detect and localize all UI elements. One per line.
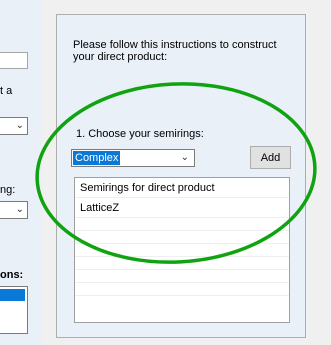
list-empty-row xyxy=(75,283,289,296)
list-empty-row xyxy=(75,231,289,244)
chevron-down-icon: ⌄ xyxy=(15,204,24,215)
left-label-fragment: ons: xyxy=(0,269,24,281)
selected-list-item[interactable] xyxy=(0,289,25,301)
left-listbox[interactable] xyxy=(0,286,28,334)
list-header: Semirings for direct product xyxy=(75,178,289,198)
semiring-select-value: Complex xyxy=(73,151,121,165)
left-label-fragment: ng: xyxy=(0,184,16,196)
window-edge xyxy=(306,0,331,345)
list-empty-row xyxy=(75,218,289,231)
semirings-list[interactable]: Semirings for direct product LatticeZ xyxy=(74,177,290,323)
left-text-field[interactable] xyxy=(0,52,28,69)
add-button[interactable]: Add xyxy=(250,146,291,169)
semiring-select[interactable]: Complex ⌄ xyxy=(71,149,195,167)
left-dropdown-2[interactable]: ⌄ xyxy=(0,201,28,219)
chevron-down-icon: ⌄ xyxy=(180,152,189,163)
left-label-fragment: t a xyxy=(0,85,13,97)
direct-product-panel: Please follow this instructions to const… xyxy=(56,14,306,338)
chevron-down-icon: ⌄ xyxy=(15,120,24,131)
list-empty-row xyxy=(75,270,289,283)
list-item[interactable]: LatticeZ xyxy=(75,198,289,218)
choose-semirings-label: 1. Choose your semirings: xyxy=(76,128,204,140)
left-dropdown-1[interactable]: ⌄ xyxy=(0,117,28,135)
list-empty-row xyxy=(75,257,289,270)
instructions-text: Please follow this instructions to const… xyxy=(73,39,277,63)
panel-gap xyxy=(42,0,56,345)
left-panel: t a ⌄ ng: ⌄ ons: xyxy=(0,0,42,345)
list-empty-row xyxy=(75,244,289,257)
